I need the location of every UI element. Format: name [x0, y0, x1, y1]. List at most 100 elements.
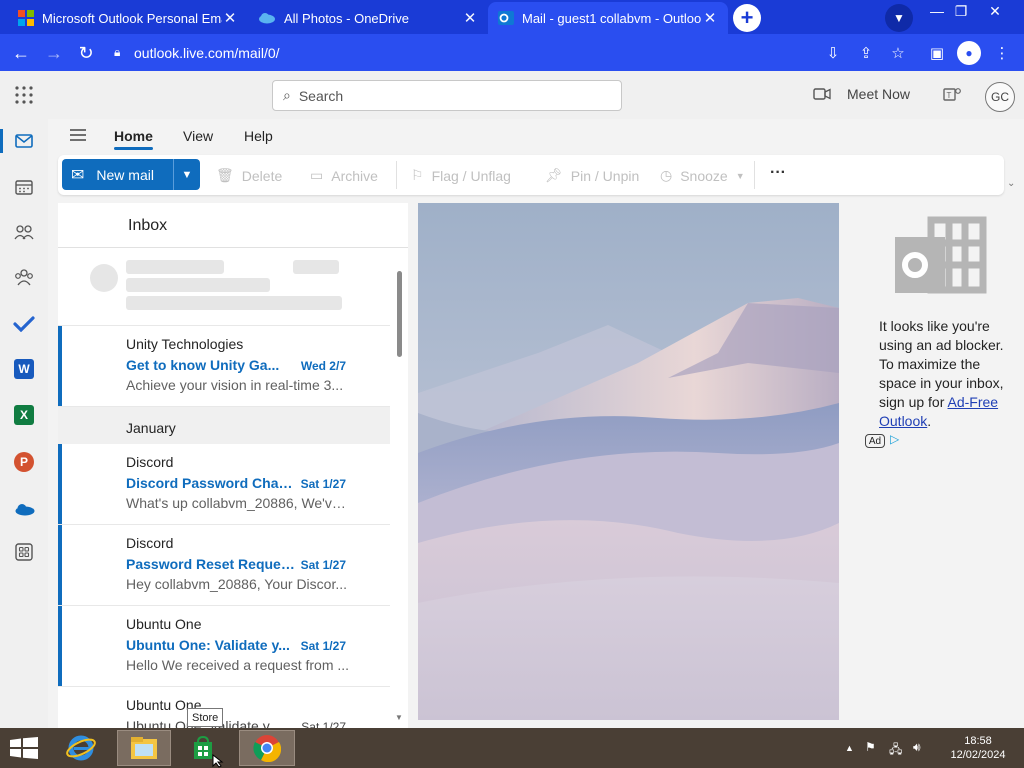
unread-indicator — [58, 606, 62, 686]
lock-icon: 🔒︎ — [114, 45, 121, 59]
snooze-button[interactable]: ◷ Snooze ▼ — [660, 167, 745, 184]
date: Wed 2/7 — [300, 359, 346, 373]
side-panel-icon[interactable]: ▣ — [925, 41, 949, 65]
outlook-header: ⌕ Search Meet Now T GC — [0, 71, 1024, 119]
show-hidden-icons-chevron-icon[interactable]: ▲ — [845, 743, 854, 753]
onedrive-cloud-icon — [259, 13, 275, 24]
window-close-icon[interactable]: ✕ — [978, 0, 1012, 22]
teams-icon[interactable]: T — [943, 86, 961, 102]
pin-button[interactable]: 📌︎ Pin / Unpin — [545, 167, 639, 184]
sender: Discord — [126, 454, 174, 470]
avatar[interactable]: GC — [985, 82, 1015, 112]
delete-label: Delete — [241, 167, 283, 184]
close-tab-icon[interactable]: ✕ — [222, 9, 238, 27]
date: Sat 1/27 — [301, 720, 346, 728]
subject: Password Reset Reques... — [126, 556, 296, 572]
new-tab-button[interactable]: + — [733, 4, 761, 32]
close-tab-icon[interactable]: ✕ — [702, 9, 718, 27]
preview: Hey collabvm_20886, Your Discor... — [126, 576, 348, 592]
desert-landscape-image — [418, 203, 839, 720]
powerpoint-icon[interactable]: P — [14, 452, 34, 472]
chrome-icon[interactable] — [239, 730, 295, 766]
meet-now-button[interactable]: Meet Now — [847, 86, 910, 102]
video-camera-icon[interactable] — [813, 88, 831, 100]
sender: Discord — [126, 535, 174, 551]
url-field[interactable]: 🔒︎ outlook.live.com/mail/0/ — [114, 38, 804, 67]
app-rail: W X P — [0, 119, 48, 728]
app-launcher-icon[interactable] — [15, 86, 33, 104]
close-tab-icon[interactable]: ✕ — [462, 9, 478, 27]
adchoices-icon[interactable]: ▷ — [890, 432, 899, 446]
mail-icon[interactable] — [15, 134, 33, 148]
scrollbar-thumb[interactable] — [397, 271, 402, 357]
browser-menu-icon[interactable]: ⋮ — [990, 41, 1014, 65]
internet-explorer-icon[interactable] — [58, 730, 104, 766]
reload-icon[interactable]: ↻ — [73, 40, 99, 66]
install-app-icon[interactable]: ⇩ — [821, 41, 845, 65]
todo-check-icon[interactable] — [13, 316, 35, 332]
tab-outlook-personal[interactable]: Microsoft Outlook Personal Emai ✕ — [8, 2, 248, 34]
snooze-label: Snooze — [680, 167, 728, 184]
sender: Unity Technologies — [126, 336, 244, 352]
list-item[interactable]: Discord Discord Password Chan... Sat 1/2… — [58, 444, 390, 525]
browser-tab-bar: Microsoft Outlook Personal Emai ✕ All Ph… — [0, 0, 1024, 34]
outlook-logo-icon — [895, 216, 987, 294]
reading-pane-background — [418, 203, 839, 720]
scroll-down-arrow-icon[interactable]: ▼ — [395, 713, 403, 722]
outlook-logo-icon — [498, 11, 514, 25]
list-item[interactable]: Ubuntu One Ubuntu One: Validate y... Sat… — [58, 606, 390, 687]
forward-arrow-icon[interactable]: → — [41, 40, 67, 66]
archive-button[interactable]: ▭ Archive — [310, 167, 378, 184]
word-icon[interactable]: W — [14, 359, 34, 379]
pin-label: Pin / Unpin — [570, 167, 640, 184]
envelope-icon: ✉ — [71, 166, 85, 184]
tab-search-chevron-icon[interactable]: ▼ — [885, 4, 913, 32]
clock-icon: ◷ — [660, 167, 673, 183]
search-input[interactable]: ⌕ Search — [272, 80, 622, 111]
list-item[interactable]: Discord Password Reset Reques... Sat 1/2… — [58, 525, 390, 606]
network-icon[interactable]: 🖧︎ — [889, 740, 902, 761]
groups-icon[interactable] — [14, 268, 34, 286]
clock-date: 12/02/2024 — [950, 749, 1006, 761]
more-apps-icon[interactable] — [15, 543, 33, 561]
delete-button[interactable]: 🗑︎ Delete — [216, 167, 282, 184]
share-icon[interactable]: ⇪ — [854, 41, 878, 65]
new-mail-button[interactable]: ✉ New mail — [62, 159, 173, 190]
excel-icon[interactable]: X — [14, 405, 34, 425]
archive-label: Archive — [331, 167, 378, 184]
calendar-icon[interactable] — [15, 179, 33, 195]
tab-onedrive-photos[interactable]: All Photos - OneDrive ✕ — [248, 2, 488, 34]
skeleton-line — [126, 278, 270, 292]
list-item[interactable]: Ubuntu One Ubuntu One: Validate y... Sat… — [58, 687, 390, 728]
pin-icon: 📌︎ — [545, 167, 563, 183]
restore-icon[interactable]: ❐ — [944, 0, 978, 22]
active-indicator — [0, 129, 3, 153]
tab-home[interactable]: Home — [114, 128, 153, 150]
preview: Hello We received a request from ... — [126, 657, 350, 673]
people-icon[interactable] — [14, 224, 34, 240]
tab-view[interactable]: View — [183, 128, 213, 144]
expand-ribbon-chevron-icon[interactable]: ⌄ — [1007, 178, 1015, 189]
profile-icon[interactable]: ● — [957, 41, 981, 65]
flag-button[interactable]: ⚐ Flag / Unflag — [411, 167, 511, 184]
onedrive-icon[interactable] — [13, 502, 35, 516]
hamburger-menu-icon[interactable] — [69, 128, 87, 142]
bookmark-star-icon[interactable]: ☆ — [886, 41, 910, 65]
address-toolbar: ← → ↻ 🔒︎ outlook.live.com/mail/0/ ⇩ ⇪ ☆ … — [0, 34, 1024, 71]
command-bar: ✉ New mail ▼ 🗑︎ Delete ▭ Archive ⚐ Flag / U… — [58, 155, 1004, 195]
action-center-flag-icon[interactable]: ⚑ — [865, 740, 876, 754]
date: Sat 1/27 — [300, 639, 346, 653]
list-item[interactable]: Unity Technologies Get to know Unity Ga.… — [58, 326, 390, 407]
more-options-button[interactable]: ··· — [770, 164, 786, 182]
file-explorer-icon[interactable] — [117, 730, 171, 766]
volume-icon[interactable]: 🔊︎ — [913, 740, 921, 755]
tab-outlook-mail[interactable]: Mail - guest1 collabvm - Outlook ✕ — [488, 2, 728, 34]
back-arrow-icon[interactable]: ← — [8, 40, 34, 66]
windows-taskbar: ▲ ⚑ 🖧︎ 🔊︎ 18:58 12/02/2024 — [0, 728, 1024, 768]
skeleton-line — [126, 296, 342, 310]
new-mail-dropdown-chevron-icon[interactable]: ▼ — [173, 159, 200, 190]
tab-help[interactable]: Help — [244, 128, 273, 144]
message-list: Inbox Unity Technologies Get to know Uni… — [58, 203, 408, 728]
windows-start-icon[interactable] — [10, 737, 38, 759]
system-clock[interactable]: 18:58 12/02/2024 — [948, 734, 1008, 762]
